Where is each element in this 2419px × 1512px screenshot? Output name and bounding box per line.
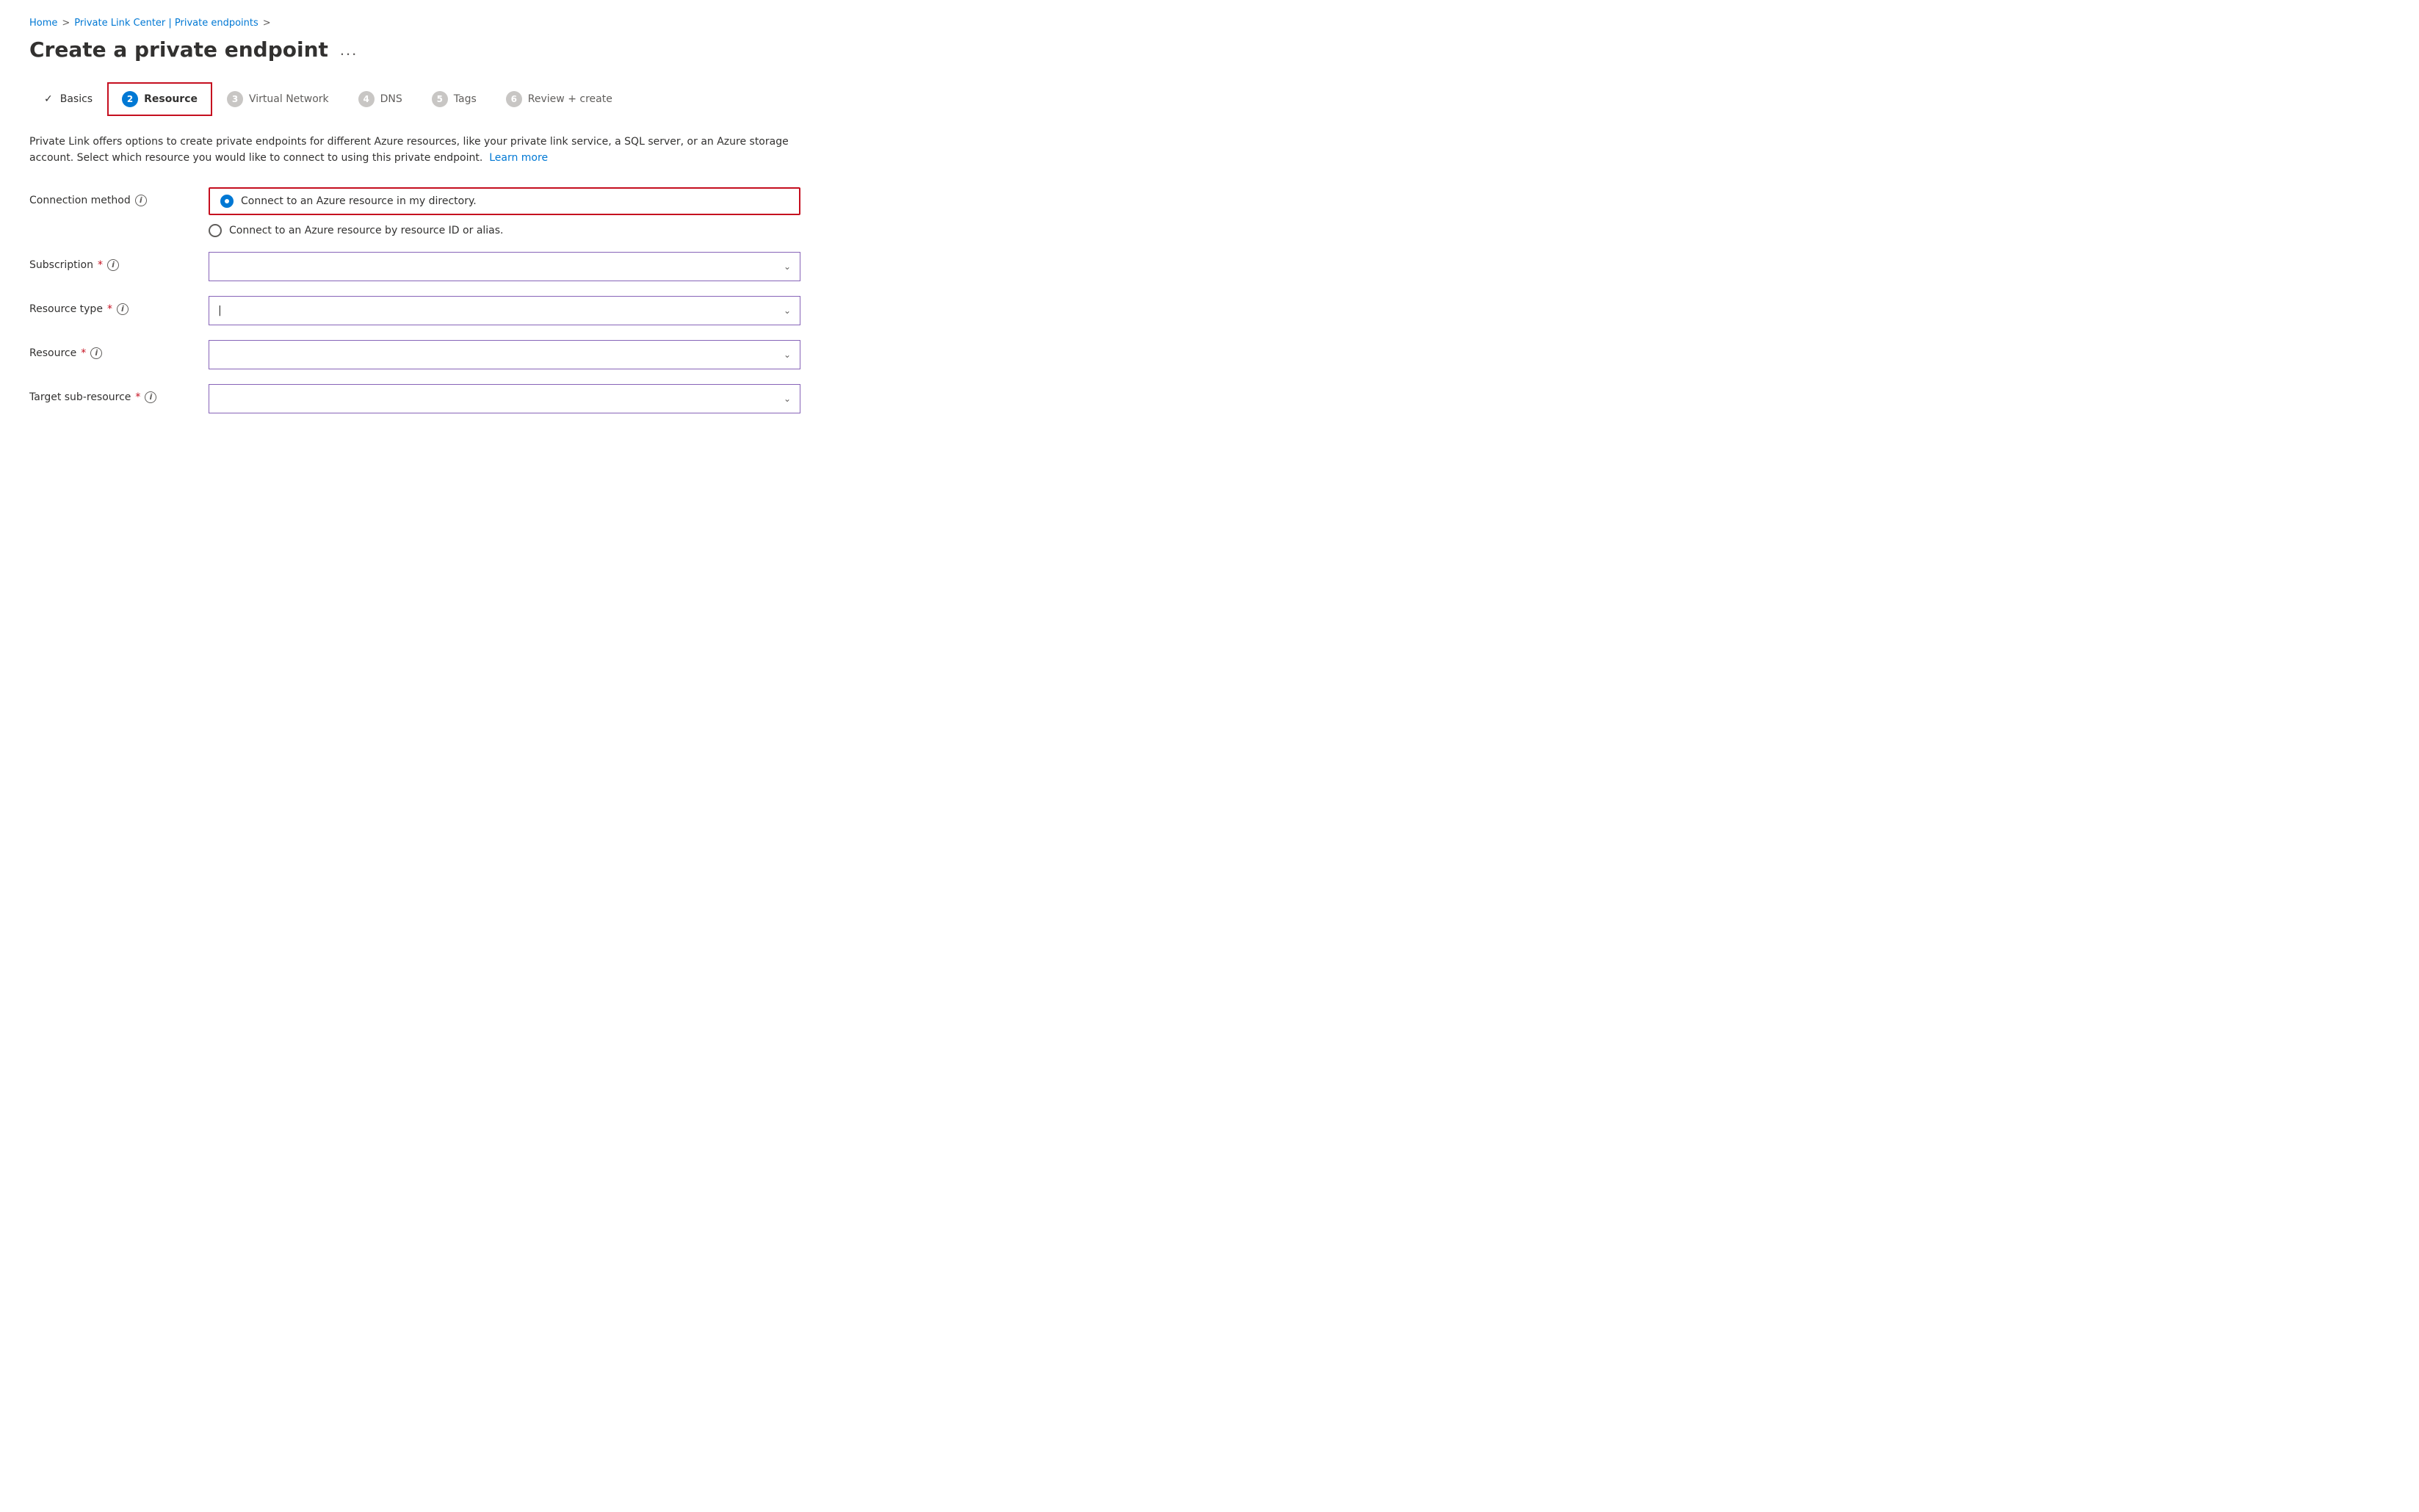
resource-type-info-icon[interactable]: i — [117, 303, 129, 315]
target-sub-resource-chevron-icon: ⌄ — [784, 394, 791, 404]
target-sub-resource-control: ⌄ — [209, 384, 800, 413]
description-text: Private Link offers options to create pr… — [29, 134, 800, 167]
page-title-row: Create a private endpoint ... — [29, 37, 2390, 62]
subscription-control: ⌄ — [209, 252, 800, 281]
resource-type-required: * — [107, 303, 112, 315]
subscription-label: Subscription * i — [29, 252, 191, 271]
resource-row: Resource * i ⌄ — [29, 340, 800, 369]
resource-type-row: Resource type * i ⌄ — [29, 296, 800, 325]
resource-required: * — [81, 347, 86, 359]
learn-more-link[interactable]: Learn more — [489, 152, 548, 164]
subscription-required: * — [98, 259, 103, 271]
subscription-row: Subscription * i ⌄ — [29, 252, 800, 281]
step-virtual-network[interactable]: 3 Virtual Network — [212, 82, 344, 116]
connection-method-row: Connection method i Connect to an Azure … — [29, 187, 800, 237]
resource-label: Resource * i — [29, 340, 191, 359]
step-resource-circle: 2 — [122, 91, 138, 107]
radio-directory-label: Connect to an Azure resource in my direc… — [241, 195, 477, 207]
step-tags-label: Tags — [454, 93, 477, 105]
breadcrumb-sep2: > — [263, 18, 271, 29]
radio-group: Connect to an Azure resource in my direc… — [209, 187, 800, 237]
resource-control: ⌄ — [209, 340, 800, 369]
radio-resource-id-input — [209, 224, 222, 237]
step-resource-label: Resource — [144, 93, 198, 105]
resource-type-control: ⌄ — [209, 296, 800, 325]
resource-type-chevron-icon: ⌄ — [784, 305, 791, 316]
resource-dropdown[interactable]: ⌄ — [209, 340, 800, 369]
target-sub-resource-row: Target sub-resource * i ⌄ — [29, 384, 800, 413]
step-basics[interactable]: ✓ Basics — [29, 84, 107, 114]
target-sub-resource-required: * — [135, 391, 140, 403]
step-review-create[interactable]: 6 Review + create — [491, 82, 627, 116]
step-review-label: Review + create — [528, 93, 612, 105]
step-vnet-circle: 3 — [227, 91, 243, 107]
form-section: Connection method i Connect to an Azure … — [29, 187, 800, 413]
breadcrumb-private-link[interactable]: Private Link Center | Private endpoints — [74, 18, 258, 29]
step-review-circle: 6 — [506, 91, 522, 107]
subscription-info-icon[interactable]: i — [107, 259, 119, 271]
radio-directory[interactable]: Connect to an Azure resource in my direc… — [209, 187, 800, 215]
steps-nav: ✓ Basics 2 Resource 3 Virtual Network 4 … — [29, 82, 2390, 116]
connection-method-label: Connection method i — [29, 187, 191, 206]
breadcrumb-home[interactable]: Home — [29, 18, 57, 29]
target-sub-resource-info-icon[interactable]: i — [145, 391, 156, 403]
subscription-chevron-icon: ⌄ — [784, 261, 791, 272]
radio-resource-id-label: Connect to an Azure resource by resource… — [229, 225, 504, 236]
resource-info-icon[interactable]: i — [90, 347, 102, 359]
target-sub-resource-dropdown[interactable]: ⌄ — [209, 384, 800, 413]
resource-type-label: Resource type * i — [29, 296, 191, 315]
resource-chevron-icon: ⌄ — [784, 350, 791, 360]
resource-type-value — [218, 305, 222, 316]
connection-method-info-icon[interactable]: i — [135, 195, 147, 206]
basics-check-icon: ✓ — [44, 93, 53, 105]
step-basics-label: Basics — [60, 93, 93, 105]
step-dns[interactable]: 4 DNS — [344, 82, 417, 116]
step-resource[interactable]: 2 Resource — [107, 82, 212, 116]
page-title: Create a private endpoint — [29, 37, 328, 62]
subscription-dropdown[interactable]: ⌄ — [209, 252, 800, 281]
target-sub-resource-label: Target sub-resource * i — [29, 384, 191, 403]
step-dns-circle: 4 — [358, 91, 375, 107]
step-tags[interactable]: 5 Tags — [417, 82, 491, 116]
resource-type-dropdown[interactable]: ⌄ — [209, 296, 800, 325]
step-tags-circle: 5 — [432, 91, 448, 107]
radio-directory-input — [220, 195, 234, 208]
connection-method-controls: Connect to an Azure resource in my direc… — [209, 187, 800, 237]
ellipsis-button[interactable]: ... — [337, 40, 361, 59]
radio-resource-id[interactable]: Connect to an Azure resource by resource… — [209, 224, 800, 237]
step-dns-label: DNS — [380, 93, 402, 105]
step-vnet-label: Virtual Network — [249, 93, 329, 105]
breadcrumb-sep1: > — [62, 18, 70, 29]
breadcrumb: Home > Private Link Center | Private end… — [29, 18, 2390, 29]
